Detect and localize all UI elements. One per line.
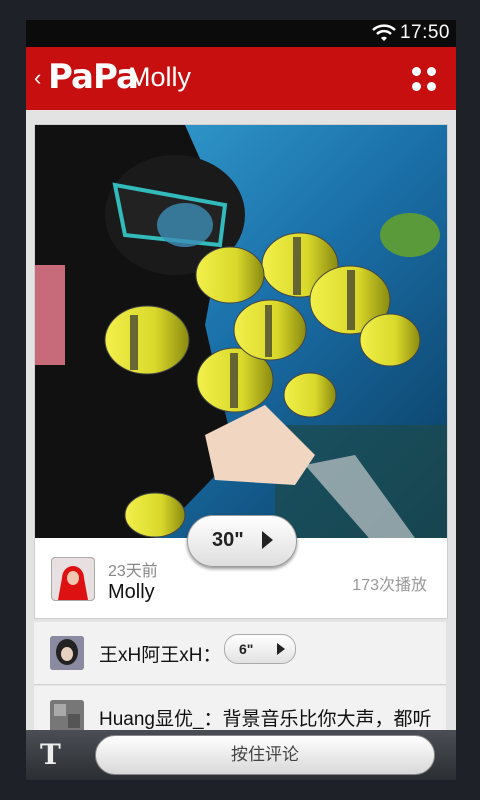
avatar[interactable] [51, 557, 95, 601]
post-photo[interactable] [35, 125, 447, 538]
voice-duration: 6" [239, 641, 254, 657]
comment-text: Huang显优_：背景音乐比你大声，都听 [99, 709, 432, 730]
voice-comment-button[interactable]: 6" [224, 634, 296, 664]
chevron-left-icon[interactable]: ‹ [34, 65, 41, 91]
text-input-icon[interactable]: T [40, 738, 61, 771]
avatar[interactable] [50, 636, 84, 670]
screen-bezel-left [0, 0, 26, 800]
feed-content: 30" 23天前 Molly 173次播放 王xH阿王xH： 6" Huang显… [26, 110, 456, 730]
post-card: 30" 23天前 Molly 173次播放 [34, 124, 448, 619]
play-icon [262, 531, 273, 549]
app-logo[interactable]: PaPa [48, 57, 139, 97]
video-duration: 30" [212, 529, 244, 551]
list-item[interactable]: Huang显优_：背景音乐比你大声，都听 [34, 686, 446, 730]
screen-bezel-right [456, 0, 480, 800]
play-icon [277, 643, 285, 655]
status-bar: 17:50 [26, 20, 456, 47]
page-title: Molly [128, 62, 192, 92]
post-author[interactable]: Molly [108, 581, 155, 604]
clock: 17:50 [399, 22, 450, 43]
hold-to-comment-button[interactable]: 按住评论 [95, 735, 435, 775]
comment-bar: T 按住评论 [26, 730, 456, 780]
list-item[interactable]: 王xH阿王xH： 6" [34, 622, 446, 685]
app-header: ‹ PaPa Molly [26, 47, 456, 112]
avatar[interactable] [50, 700, 84, 730]
comment-author: 王xH阿王xH： [99, 645, 222, 666]
play-video-button[interactable]: 30" [187, 515, 297, 567]
grid-dots-icon[interactable] [412, 67, 438, 93]
play-count: 173次播放 [352, 577, 427, 594]
post-time: 23天前 [108, 563, 158, 580]
wifi-icon [372, 24, 396, 41]
